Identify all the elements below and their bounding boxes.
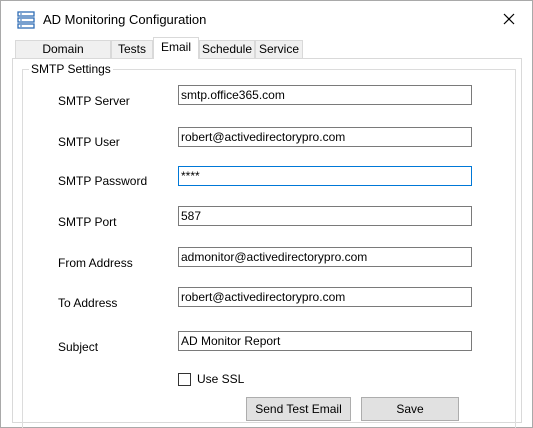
subject-label: Subject xyxy=(58,340,99,354)
tab-email[interactable]: Email xyxy=(153,37,199,59)
window-title: AD Monitoring Configuration xyxy=(43,12,207,27)
smtp-server-label: SMTP Server xyxy=(58,94,130,108)
smtp-port-input[interactable] xyxy=(178,206,472,226)
close-button[interactable] xyxy=(486,1,532,39)
save-button[interactable]: Save xyxy=(361,397,459,421)
use-ssl-option[interactable]: Use SSL xyxy=(178,372,244,386)
smtp-settings-group: SMTP Settings SMTP Server SMTP User SMTP… xyxy=(22,62,516,428)
server-rack-icon xyxy=(16,10,36,30)
close-icon xyxy=(503,13,515,28)
use-ssl-checkbox[interactable] xyxy=(178,372,191,386)
smtp-user-input[interactable] xyxy=(178,127,472,147)
from-address-input[interactable] xyxy=(178,247,472,267)
smtp-password-input[interactable] xyxy=(178,166,472,186)
tab-service[interactable]: Service xyxy=(255,40,303,59)
smtp-user-label: SMTP User xyxy=(58,135,120,149)
send-test-email-button[interactable]: Send Test Email xyxy=(246,397,351,421)
smtp-port-label: SMTP Port xyxy=(58,215,117,229)
config-window: AD Monitoring Configuration Domain Contr… xyxy=(0,0,533,428)
group-title: SMTP Settings xyxy=(29,62,113,76)
tab-domain-controllers[interactable]: Domain Controllers xyxy=(15,40,111,73)
tab-tests[interactable]: Tests xyxy=(111,40,153,59)
use-ssl-label: Use SSL xyxy=(197,372,245,386)
smtp-server-input[interactable] xyxy=(178,85,472,105)
smtp-password-label: SMTP Password xyxy=(58,174,148,188)
subject-input[interactable] xyxy=(178,331,472,351)
tab-schedule[interactable]: Schedule xyxy=(199,40,255,59)
to-address-input[interactable] xyxy=(178,287,472,307)
title-bar: AD Monitoring Configuration xyxy=(1,1,532,39)
email-tab-page: SMTP Settings SMTP Server SMTP User SMTP… xyxy=(12,58,522,428)
from-address-label: From Address xyxy=(58,256,133,270)
to-address-label: To Address xyxy=(58,296,118,310)
